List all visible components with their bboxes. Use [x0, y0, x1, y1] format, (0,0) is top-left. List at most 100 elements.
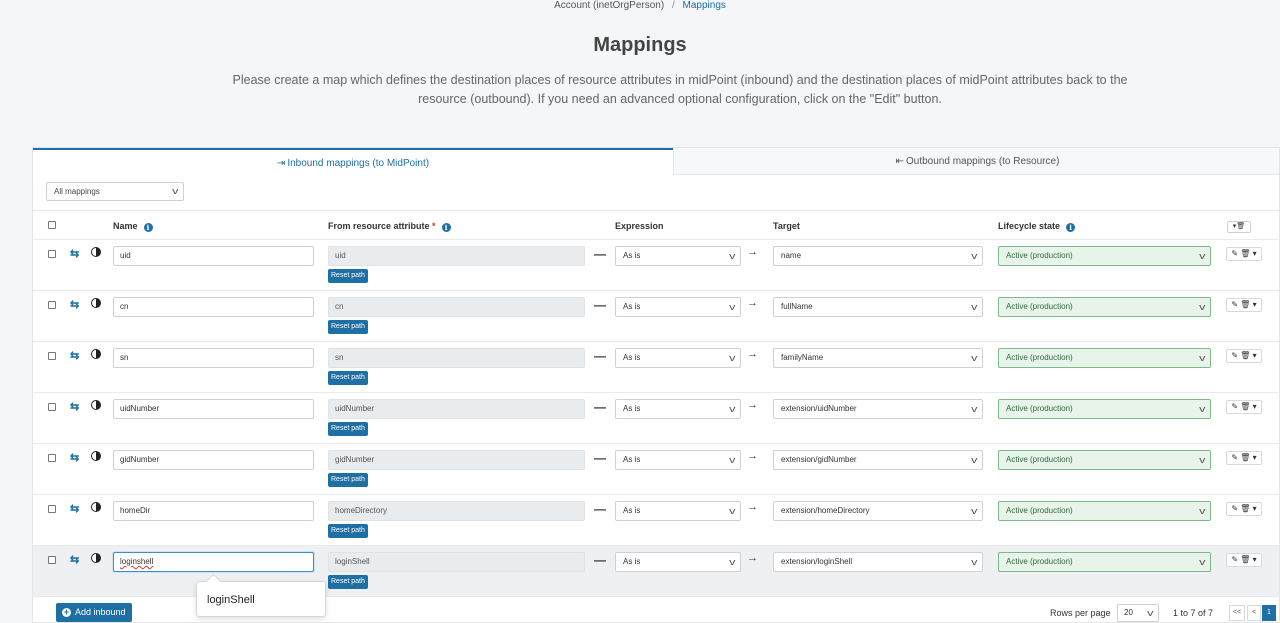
breadcrumb-current[interactable]: Mappings: [683, 0, 726, 11]
lifecycle-select[interactable]: Active (production) v: [998, 399, 1211, 419]
half-circle-icon[interactable]: [91, 451, 101, 461]
target-select[interactable]: fullName v: [773, 297, 983, 317]
trash-icon: 🗑: [1240, 300, 1251, 309]
row-checkbox[interactable]: [48, 250, 56, 258]
half-circle-icon[interactable]: [91, 553, 101, 563]
prev-page-button[interactable]: <: [1247, 605, 1261, 621]
sync-icon[interactable]: ⇆: [70, 298, 79, 311]
half-circle-icon[interactable]: [91, 247, 101, 257]
sync-icon[interactable]: ⇆: [70, 502, 79, 515]
expression-select[interactable]: As is v: [615, 552, 741, 572]
mapping-tabs: ⇥ Inbound mappings (to MidPoint) ⇤ Outboun…: [33, 148, 1279, 176]
lifecycle-select[interactable]: Active (production) v: [998, 552, 1211, 572]
target-value: extension/uidNumber: [781, 404, 857, 413]
row-actions[interactable]: ✎ 🗑 ▾: [1226, 298, 1262, 312]
select-all-checkbox[interactable]: [48, 221, 56, 229]
target-select[interactable]: name v: [773, 246, 983, 266]
from-attribute-input[interactable]: loginShell: [328, 552, 585, 572]
target-select[interactable]: familyName v: [773, 348, 983, 368]
tab-outbound[interactable]: ⇤ Outbound mappings (to Resource): [673, 148, 1279, 175]
lifecycle-select[interactable]: Active (production) v: [998, 246, 1211, 266]
column-header-expression: Expression: [615, 221, 664, 231]
target-select[interactable]: extension/loginShell v: [773, 552, 983, 572]
plus-icon: +: [62, 607, 71, 617]
sync-icon[interactable]: ⇆: [70, 400, 79, 413]
rows-per-page-value: 20: [1124, 608, 1133, 617]
name-input[interactable]: sn: [113, 348, 314, 368]
lifecycle-select[interactable]: Active (production) v: [998, 297, 1211, 317]
target-value: familyName: [781, 353, 824, 362]
from-attribute-input[interactable]: uid: [328, 246, 585, 266]
chevron-down-icon: v: [970, 353, 977, 363]
sync-icon[interactable]: ⇆: [70, 247, 79, 260]
info-icon[interactable]: i: [143, 223, 153, 232]
row-actions[interactable]: ✎ 🗑 ▾: [1226, 553, 1262, 567]
from-attribute-input[interactable]: homeDirectory: [328, 501, 585, 521]
current-page-button[interactable]: 1: [1262, 605, 1276, 621]
target-select[interactable]: extension/gidNumber v: [773, 450, 983, 470]
reset-path-button[interactable]: Reset path: [328, 473, 368, 487]
info-icon[interactable]: i: [441, 223, 451, 232]
half-circle-icon[interactable]: [91, 349, 101, 359]
row-checkbox[interactable]: [48, 556, 56, 564]
half-circle-icon[interactable]: [91, 400, 101, 410]
reset-path-button[interactable]: Reset path: [328, 320, 368, 334]
expression-select[interactable]: As is v: [615, 297, 741, 317]
info-icon[interactable]: i: [1066, 223, 1076, 232]
arrow-right-icon: →: [747, 297, 758, 309]
expression-select[interactable]: As is v: [615, 246, 741, 266]
half-circle-icon[interactable]: [91, 502, 101, 512]
name-input[interactable]: cn: [113, 297, 314, 317]
add-inbound-button[interactable]: + Add inbound: [56, 603, 132, 622]
target-select[interactable]: extension/uidNumber v: [773, 399, 983, 419]
sync-icon[interactable]: ⇆: [70, 451, 79, 464]
lifecycle-select[interactable]: Active (production) v: [998, 348, 1211, 368]
target-value: extension/homeDirectory: [781, 506, 870, 515]
header-actions[interactable]: ▾🗑: [1227, 221, 1251, 233]
row-actions[interactable]: ✎ 🗑 ▾: [1226, 451, 1262, 465]
name-input[interactable]: homeDir: [113, 501, 314, 521]
expression-select[interactable]: As is v: [615, 450, 741, 470]
sync-icon[interactable]: ⇆: [70, 553, 79, 566]
breadcrumb-parent[interactable]: Account (inetOrgPerson): [554, 0, 664, 11]
lifecycle-select[interactable]: Active (production) v: [998, 501, 1211, 521]
row-checkbox[interactable]: [48, 454, 56, 462]
expression-select[interactable]: As is v: [615, 501, 741, 521]
rows-per-page-select[interactable]: 20 v: [1117, 604, 1159, 622]
row-actions[interactable]: ✎ 🗑 ▾: [1226, 349, 1262, 363]
reset-path-button[interactable]: Reset path: [328, 575, 368, 589]
name-input[interactable]: gidNumber: [113, 450, 314, 470]
from-attribute-input[interactable]: gidNumber: [328, 450, 585, 470]
row-actions[interactable]: ✎ 🗑 ▾: [1226, 400, 1262, 414]
sync-icon[interactable]: ⇆: [70, 349, 79, 362]
chevron-down-icon: v: [970, 302, 977, 312]
from-attribute-input[interactable]: cn: [328, 297, 585, 317]
table-row: ⇆ gidNumber gidNumber Reset path — As is…: [33, 444, 1279, 495]
expression-value: As is: [623, 506, 641, 515]
reset-path-button[interactable]: Reset path: [328, 371, 368, 385]
reset-path-button[interactable]: Reset path: [328, 269, 368, 283]
row-checkbox[interactable]: [48, 403, 56, 411]
first-page-button[interactable]: <<: [1229, 605, 1245, 621]
lifecycle-select[interactable]: Active (production) v: [998, 450, 1211, 470]
from-attribute-input[interactable]: sn: [328, 348, 585, 368]
name-input[interactable]: loginshell: [113, 552, 314, 572]
row-checkbox[interactable]: [48, 505, 56, 513]
half-circle-icon[interactable]: [91, 298, 101, 308]
from-attribute-input[interactable]: uidNumber: [328, 399, 585, 419]
row-actions[interactable]: ✎ 🗑 ▾: [1226, 502, 1262, 516]
reset-path-button[interactable]: Reset path: [328, 524, 368, 538]
target-select[interactable]: extension/homeDirectory v: [773, 501, 983, 521]
expression-select[interactable]: As is v: [615, 399, 741, 419]
row-actions[interactable]: ✎ 🗑 ▾: [1226, 247, 1262, 261]
expression-value: As is: [623, 404, 641, 413]
mapping-filter-select[interactable]: All mappings v: [46, 182, 184, 201]
name-input[interactable]: uidNumber: [113, 399, 314, 419]
name-input[interactable]: uid: [113, 246, 314, 266]
expression-select[interactable]: As is v: [615, 348, 741, 368]
reset-path-button[interactable]: Reset path: [328, 422, 368, 436]
tab-inbound[interactable]: ⇥ Inbound mappings (to MidPoint): [33, 148, 673, 175]
row-checkbox[interactable]: [48, 301, 56, 309]
row-checkbox[interactable]: [48, 352, 56, 360]
autocomplete-suggestion[interactable]: loginShell: [196, 581, 326, 617]
